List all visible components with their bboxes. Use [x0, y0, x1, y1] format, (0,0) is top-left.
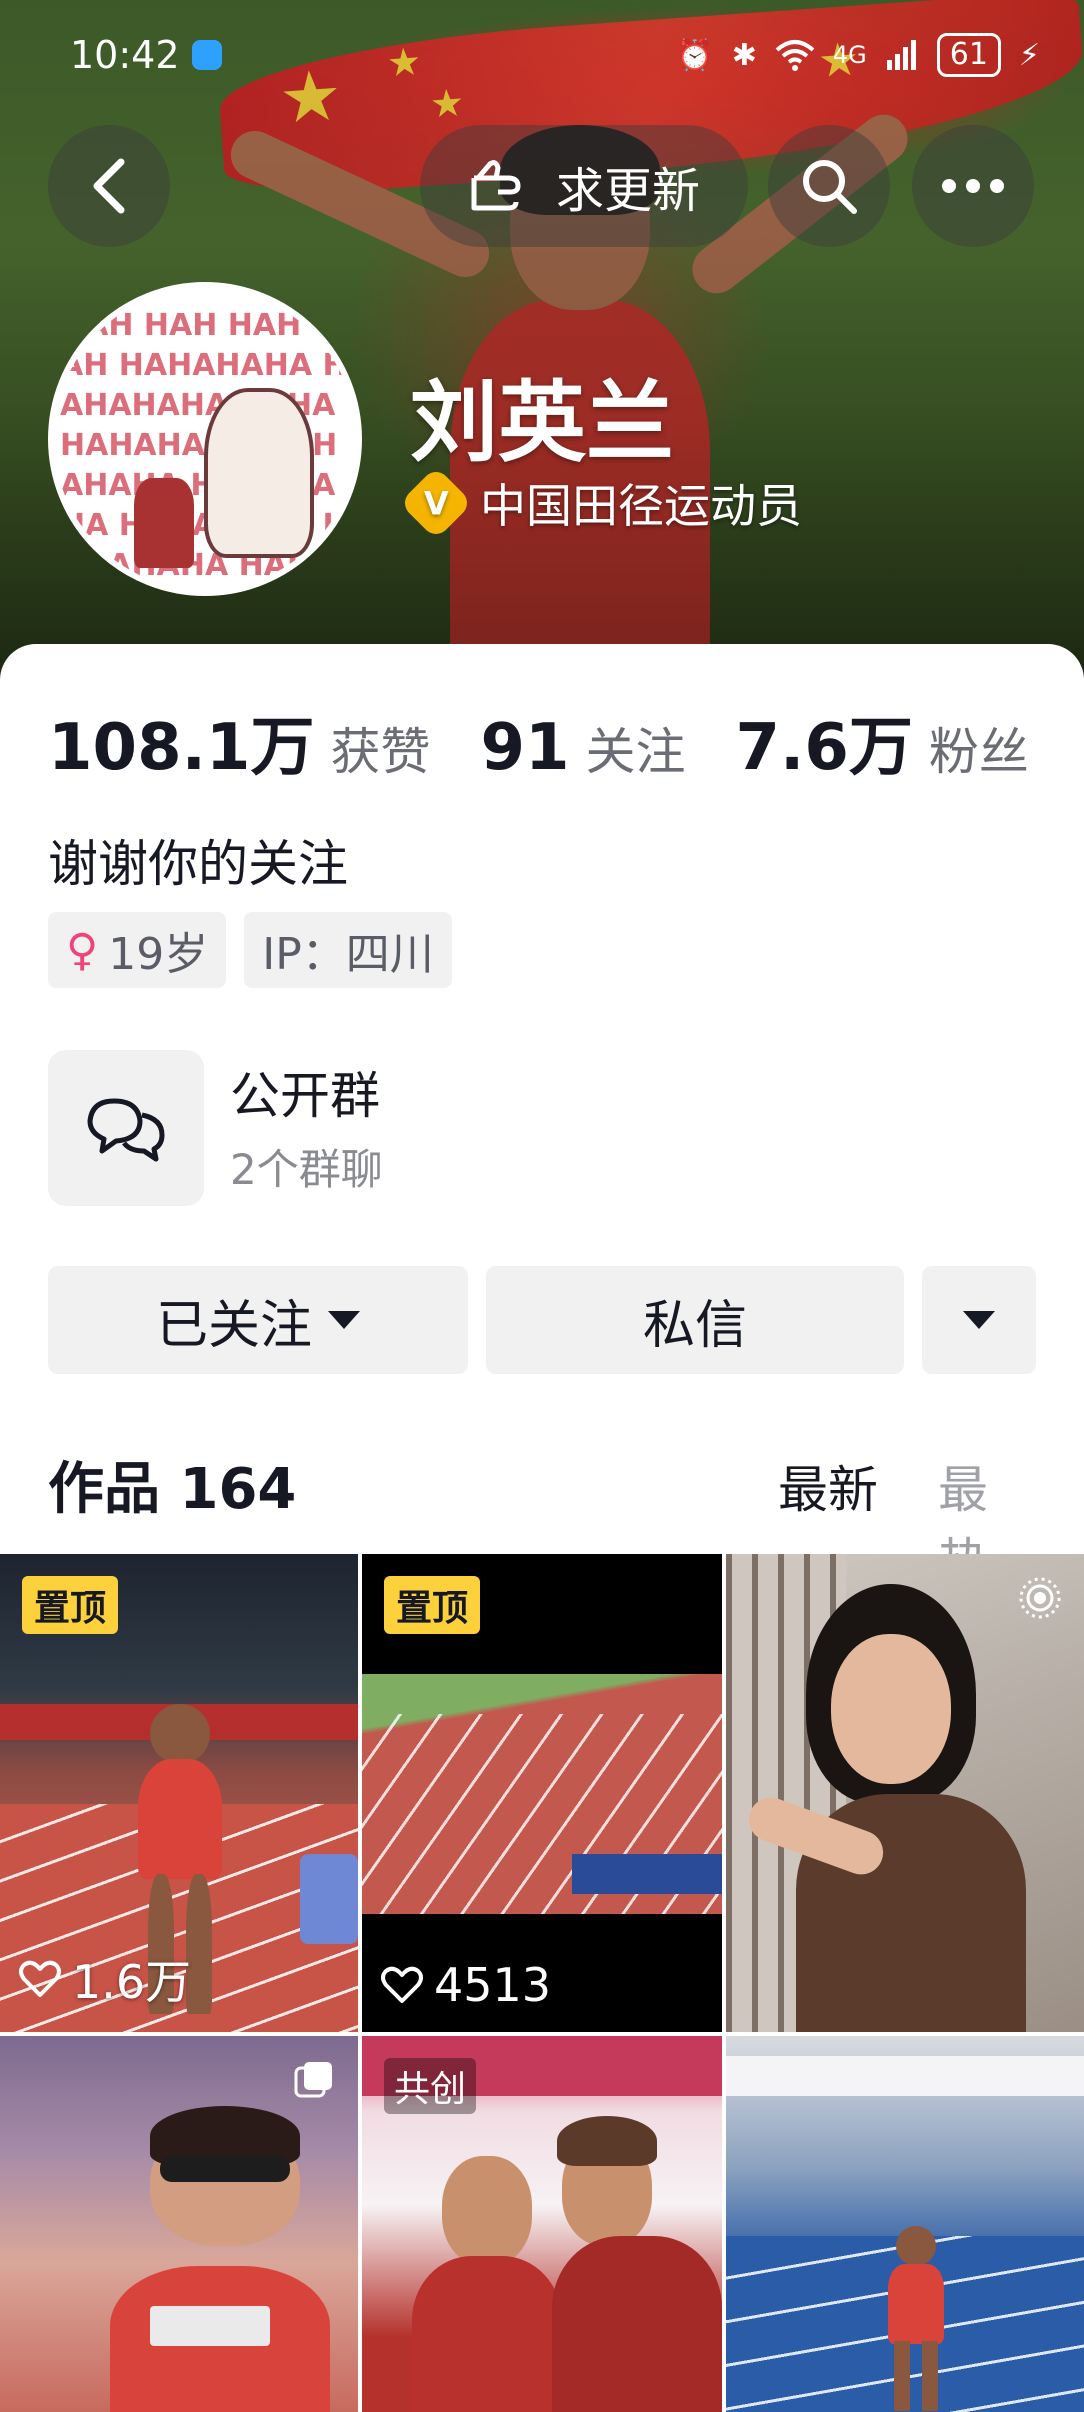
likes-count-label: 1.6万: [72, 1955, 192, 2009]
video-likes: 4513: [380, 1958, 551, 2012]
group-title: 公开群: [230, 1067, 380, 1125]
followed-button[interactable]: 已关注: [48, 1266, 468, 1374]
video-thumbnail[interactable]: [0, 2036, 358, 2412]
public-group-entry[interactable]: 公开群 2个群聊: [48, 1050, 1038, 1206]
message-button[interactable]: 私信: [486, 1266, 904, 1374]
signal-icon: [886, 40, 916, 70]
search-button[interactable]: [768, 125, 890, 247]
profile-bio: 谢谢你的关注: [48, 835, 348, 893]
top-navigation: 求更新: [0, 125, 1084, 250]
cocreate-badge: 共创: [384, 2058, 477, 2114]
back-button[interactable]: [48, 125, 170, 247]
video-thumbnail[interactable]: 共创: [362, 2036, 722, 2412]
thumb-point-icon: [471, 160, 521, 211]
following-label: 关注: [585, 723, 686, 781]
age-tag: ♀ 19岁: [48, 912, 227, 988]
more-actions-dropdown[interactable]: [922, 1266, 1036, 1374]
profile-card: 108.1万 获赞 91 关注 7.6万 粉丝 谢谢你的关注 ♀ 19岁 IP：…: [0, 644, 1084, 1591]
network-label: 4G: [832, 41, 867, 69]
heart-icon: [19, 1960, 61, 1997]
chevron-left-icon: [93, 158, 125, 214]
female-icon: ♀: [66, 924, 99, 976]
status-bar: 10:42 ⏰ ✱ 4G 61 ⚡: [0, 0, 1084, 110]
verified-badge-icon: V: [399, 466, 473, 540]
ip-label: IP：四川: [262, 929, 434, 980]
profile-stats: 108.1万 获赞 91 关注 7.6万 粉丝: [48, 696, 1079, 788]
charging-icon: ⚡: [1018, 37, 1040, 73]
caret-down-icon: [328, 1311, 360, 1329]
age-label: 19岁: [108, 929, 209, 980]
app-notification-icon: [191, 40, 222, 70]
followers-count[interactable]: 7.6万: [736, 696, 913, 788]
video-thumbnail[interactable]: [726, 1554, 1084, 2032]
pinned-badge: 置顶: [384, 1576, 481, 1634]
battery-indicator: 61: [936, 33, 1001, 77]
followed-label: 已关注: [155, 1295, 312, 1356]
more-options-button[interactable]: [912, 125, 1034, 247]
alarm-icon: ⏰: [676, 37, 714, 73]
multi-image-icon: [292, 2058, 336, 2106]
request-update-label: 求更新: [555, 163, 700, 219]
request-update-button[interactable]: 求更新: [420, 125, 748, 247]
works-title: 作品 164: [48, 1457, 297, 1522]
profile-tags: ♀ 19岁 IP：四川: [48, 912, 452, 988]
caret-down-icon: [963, 1311, 995, 1329]
video-thumbnail[interactable]: 置顶 4513: [362, 1554, 722, 2032]
works-header: 作品 164 最新 最热: [48, 1444, 1036, 1591]
message-label: 私信: [642, 1295, 747, 1356]
video-likes: 1.6万: [18, 1946, 191, 2012]
bluetooth-icon: ✱: [731, 37, 757, 73]
wifi-icon: [775, 40, 815, 71]
following-count[interactable]: 91: [480, 711, 569, 785]
likes-count[interactable]: 108.1万: [48, 696, 314, 788]
video-thumbnail[interactable]: 置顶 1.6万: [0, 1554, 358, 2032]
works-grid: 置顶 1.6万 置顶 4513 共创: [0, 1554, 1084, 2412]
verification-text: 中国田径运动员: [480, 479, 802, 533]
more-horizontal-icon: [942, 179, 1004, 193]
verification-line: V 中国田径运动员: [399, 466, 802, 540]
video-thumbnail[interactable]: [726, 2036, 1084, 2412]
sort-latest-tab[interactable]: 最新: [778, 1450, 878, 1522]
search-icon: [803, 160, 857, 214]
profile-actions: 已关注 私信: [48, 1266, 1036, 1374]
status-time: 10:42: [70, 33, 180, 77]
live-photo-icon: [1018, 1576, 1062, 1624]
group-subtitle: 2个群聊: [230, 1145, 383, 1194]
group-chat-icon: [48, 1050, 204, 1206]
pinned-badge: 置顶: [22, 1576, 119, 1634]
followers-label: 粉丝: [928, 723, 1029, 781]
likes-count-label: 4513: [434, 1958, 552, 2012]
heart-icon: [381, 1966, 423, 2003]
profile-name: 刘英兰: [410, 371, 675, 474]
likes-label: 获赞: [330, 723, 431, 781]
ip-tag: IP：四川: [244, 912, 452, 988]
avatar[interactable]: HAH HAH HAH HAH HAHAHAHA HAHAHAHA HAHAHA…: [48, 282, 362, 596]
